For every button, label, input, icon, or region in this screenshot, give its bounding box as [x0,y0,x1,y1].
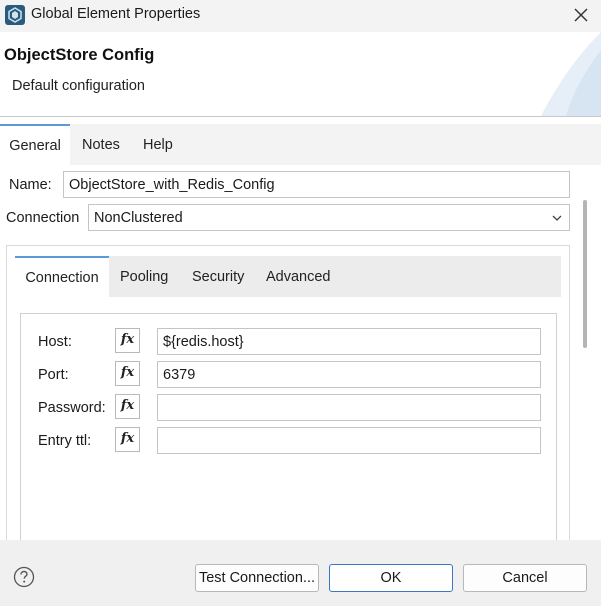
name-label: Name: [9,177,52,193]
name-input[interactable]: ObjectStore_with_Redis_Config [63,171,570,198]
tab-notes[interactable]: Notes [82,124,120,165]
vertical-scrollbar[interactable] [583,200,587,348]
header-divider [0,116,601,117]
tab-security[interactable]: Security [192,256,244,297]
header-decoration [541,32,601,116]
connection-select[interactable]: NonClustered [88,204,570,231]
test-connection-button[interactable]: Test Connection... [195,564,319,592]
tab-general[interactable]: General [0,124,70,165]
tab-help[interactable]: Help [143,124,173,165]
ok-button[interactable]: OK [329,564,453,592]
close-icon[interactable] [570,4,592,26]
entry-ttl-input[interactable] [157,427,541,454]
port-fx-button[interactable]: fx [115,361,140,386]
host-input[interactable]: ${redis.host} [157,328,541,355]
tab-advanced[interactable]: Advanced [266,256,331,297]
connection-select-value: NonClustered [94,209,183,226]
host-input-value: ${redis.host} [163,333,244,350]
dialog-header: ObjectStore Config Default configuration [0,32,601,116]
window-title: Global Element Properties [31,6,201,22]
connection-label: Connection [6,210,80,226]
password-label: Password: [38,400,106,416]
cancel-button[interactable]: Cancel [463,564,587,592]
page-subtitle: Default configuration [12,78,145,94]
tab-connection[interactable]: Connection [15,256,109,297]
outer-tab-bar: General Notes Help [0,124,601,165]
port-input[interactable]: 6379 [157,361,541,388]
inner-tab-bar: Connection Pooling Security Advanced [15,256,561,297]
password-fx-button[interactable]: fx [115,394,140,419]
tab-pooling[interactable]: Pooling [120,256,168,297]
port-label: Port: [38,367,69,383]
host-fx-button[interactable]: fx [115,328,140,353]
name-input-value: ObjectStore_with_Redis_Config [69,176,275,193]
host-label: Host: [38,334,72,350]
help-icon[interactable] [13,566,35,588]
port-input-value: 6379 [163,366,196,383]
entry-ttl-label: Entry ttl: [38,433,92,449]
page-title: ObjectStore Config [4,46,155,64]
password-input[interactable] [157,394,541,421]
title-bar: Global Element Properties [0,0,601,32]
chevron-down-icon [552,215,562,221]
entry-ttl-fx-button[interactable]: fx [115,427,140,452]
app-icon [5,5,25,25]
